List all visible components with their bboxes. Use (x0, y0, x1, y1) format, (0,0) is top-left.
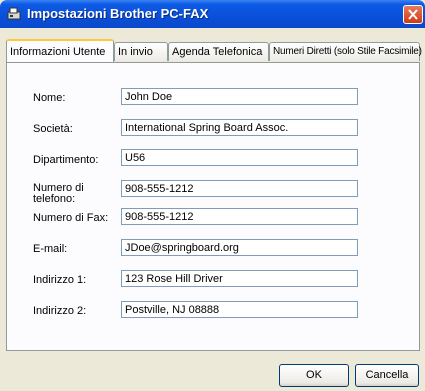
dialog-window: Impostazioni Brother PC-FAX Informazioni… (0, 0, 425, 391)
user-info-panel: Nome: Società: Dipartimento: Numero di t… (6, 62, 420, 351)
close-icon (408, 9, 418, 20)
fax-label: Numero di Fax: (33, 212, 109, 224)
address1-label: Indirizzo 1: (33, 274, 87, 286)
phone-label-line2: telefono: (33, 193, 76, 205)
tab-informazioni-utente[interactable]: Informazioni Utente (6, 39, 114, 62)
address2-label: Indirizzo 2: (33, 305, 87, 317)
fax-field[interactable] (121, 208, 358, 225)
company-label: Società: (33, 123, 73, 135)
window-title: Impostazioni Brother PC-FAX (27, 6, 209, 21)
tab-strip: Informazioni Utente In invio Agenda Tele… (6, 39, 422, 63)
tab-in-invio[interactable]: In invio (114, 42, 168, 61)
tab-numeri-diretti[interactable]: Numeri Diretti (solo Stile Facsimile) (269, 42, 422, 61)
name-label: Nome: (33, 92, 66, 104)
address1-field[interactable] (121, 270, 358, 287)
address2-field[interactable] (121, 301, 358, 318)
company-field[interactable] (121, 119, 358, 136)
department-label: Dipartimento: (33, 154, 99, 166)
cancel-button[interactable]: Cancella (355, 364, 419, 387)
title-bar[interactable]: Impostazioni Brother PC-FAX (0, 0, 425, 28)
fax-app-icon (7, 7, 21, 21)
email-field[interactable] (121, 239, 358, 256)
department-field[interactable] (121, 149, 358, 166)
close-button[interactable] (403, 5, 423, 24)
email-label: E-mail: (33, 243, 68, 255)
phone-field[interactable] (121, 180, 358, 197)
ok-button[interactable]: OK (279, 364, 349, 387)
name-field[interactable] (121, 88, 358, 105)
tab-agenda-telefonica[interactable]: Agenda Telefonica (168, 42, 269, 61)
